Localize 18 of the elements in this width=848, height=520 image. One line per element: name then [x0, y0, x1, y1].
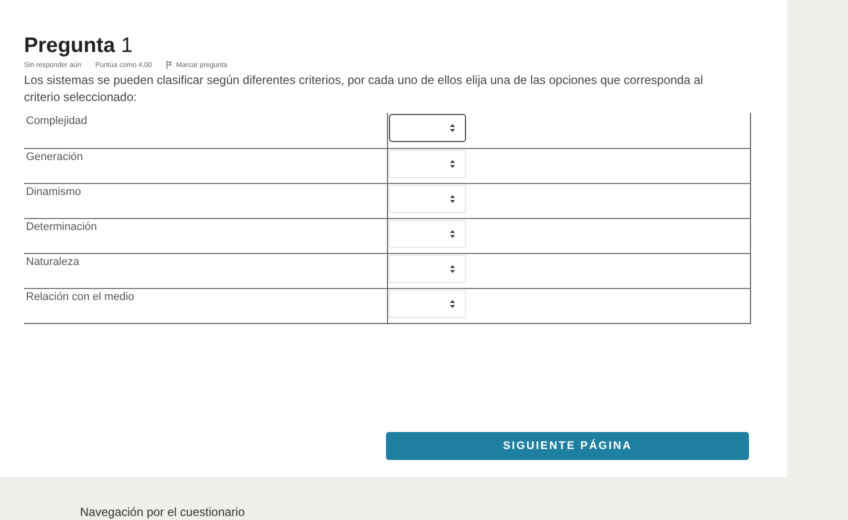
navigation-heading: Navegación por el cuestionario	[80, 505, 246, 519]
sort-arrows-icon	[450, 124, 455, 132]
sort-arrows-icon	[450, 265, 455, 273]
criterion-label: Generación	[25, 150, 84, 165]
criterion-label: Relación con el medio	[25, 290, 136, 305]
answer-select[interactable]	[389, 114, 466, 142]
question-title: Pregunta 1	[24, 34, 134, 58]
sort-arrows-icon	[450, 195, 455, 203]
criterion-label: Dinamismo	[25, 185, 82, 200]
criterion-label: Complejidad	[25, 114, 88, 129]
sort-arrows-icon	[450, 160, 455, 168]
question-text: Los sistemas se pueden clasificar según diferentes criterios, por cada uno de ellos elija una de las opciones que corresponda al criterio seleccionado:	[24, 72, 704, 106]
next-page-button[interactable]: SIGUIENTE PÁGINA	[386, 432, 749, 460]
flag-icon[interactable]	[166, 61, 172, 69]
sort-arrows-icon	[450, 230, 455, 238]
sort-arrows-icon	[450, 300, 455, 308]
criterion-label: Naturaleza	[25, 255, 80, 270]
criterion-label: Determinación	[25, 220, 98, 235]
